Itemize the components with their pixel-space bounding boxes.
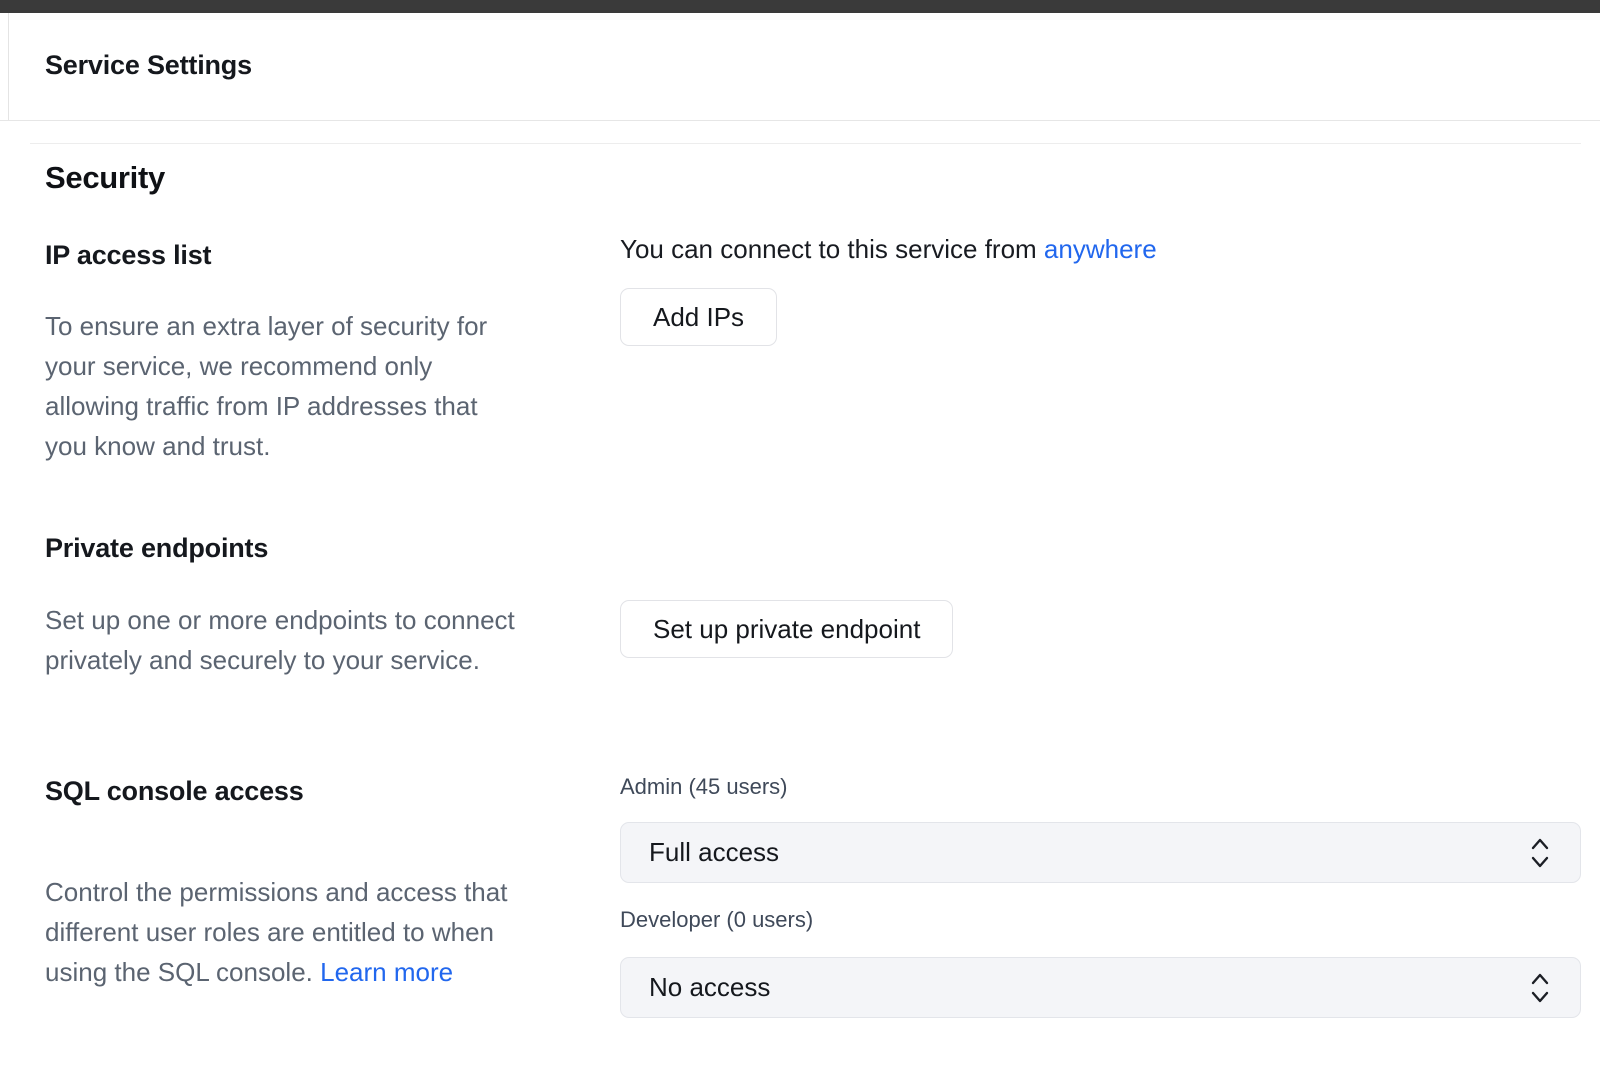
developer-access-select-value: No access [649,972,1528,1003]
admin-access-select[interactable]: Full access [620,822,1581,883]
connect-from-text: You can connect to this service from any… [620,234,1157,265]
sql-console-access-description: Control the permissions and access that … [45,832,625,992]
page-title: Service Settings [45,50,252,81]
private-endpoints-heading: Private endpoints [45,533,268,564]
setup-private-endpoint-button[interactable]: Set up private endpoint [620,600,953,658]
add-ips-button[interactable]: Add IPs [620,288,777,346]
developer-access-select[interactable]: No access [620,957,1581,1018]
header-bottom-border [0,120,1600,121]
chevron-up-down-icon [1528,970,1552,1006]
admin-access-select-value: Full access [649,837,1528,868]
learn-more-link[interactable]: Learn more [320,957,453,987]
admin-users-label: Admin (45 users) [620,774,788,800]
private-endpoints-description: Set up one or more endpoints to connect … [45,600,625,680]
window-top-bar [0,0,1600,13]
ip-access-list-description: To ensure an extra layer of security for… [45,306,625,466]
section-divider [30,143,1581,144]
chevron-up-down-icon [1528,835,1552,871]
anywhere-link[interactable]: anywhere [1044,234,1157,264]
ip-access-list-heading: IP access list [45,240,211,271]
security-section-title: Security [45,160,165,196]
panel-divider-line [8,13,9,120]
sql-console-access-heading: SQL console access [45,776,304,807]
service-settings-page: Service Settings Security IP access list… [0,0,1600,1069]
developer-users-label: Developer (0 users) [620,907,813,933]
connect-from-text-part: You can connect to this service from [620,234,1044,264]
